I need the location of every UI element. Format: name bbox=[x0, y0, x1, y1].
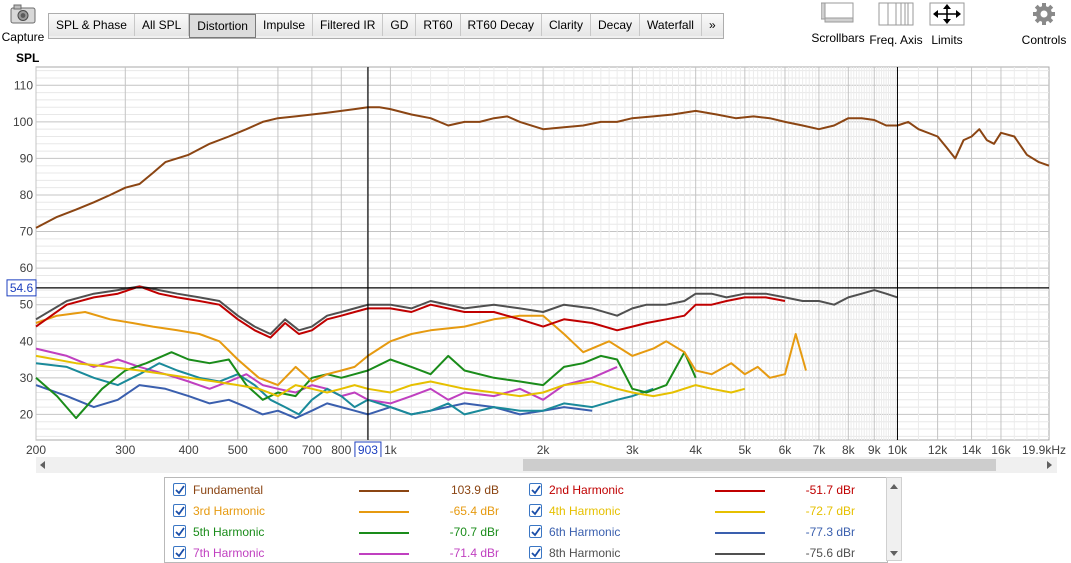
legend-series-name: 4th Harmonic bbox=[549, 504, 621, 518]
x-tick-label: 12k bbox=[928, 443, 948, 457]
legend-row-4th-harmonic: 4th Harmonic -72.7 dBr bbox=[529, 501, 879, 521]
legend-value: -72.7 dBr bbox=[805, 504, 855, 518]
legend-checkbox[interactable] bbox=[529, 504, 542, 517]
scroll-down-icon[interactable] bbox=[890, 551, 898, 556]
legend-checkbox[interactable] bbox=[173, 483, 186, 496]
legend-checkbox[interactable] bbox=[173, 504, 186, 517]
legend-row-7th-harmonic: 7th Harmonic -71.4 dBr bbox=[173, 543, 523, 562]
legend-swatch bbox=[359, 553, 409, 555]
x-tick-label: 9k bbox=[868, 443, 882, 457]
x-tick-label: 1k bbox=[384, 443, 398, 457]
legend-scrollbar[interactable] bbox=[886, 477, 902, 561]
x-tick-label: 300 bbox=[115, 443, 135, 457]
legend-value: -70.7 dBr bbox=[449, 525, 499, 539]
x-tick-label: 500 bbox=[228, 443, 248, 457]
x-tick-label: 3k bbox=[626, 443, 640, 457]
x-tick-label: 16k bbox=[991, 443, 1011, 457]
legend-value: 103.9 dB bbox=[450, 483, 499, 497]
y-tick-label: 80 bbox=[20, 188, 34, 202]
legend-checkbox[interactable] bbox=[529, 483, 542, 496]
x-tick-label: 700 bbox=[302, 443, 322, 457]
x-tick-label: 7k bbox=[813, 443, 827, 457]
horizontal-scrollbar[interactable] bbox=[36, 457, 1057, 473]
legend-value: -65.4 dBr bbox=[449, 504, 499, 518]
legend-row-2nd-harmonic: 2nd Harmonic -51.7 dBr bbox=[529, 480, 879, 500]
legend-swatch bbox=[359, 490, 409, 492]
scroll-thumb[interactable] bbox=[523, 459, 996, 471]
x-tick-label: 200 bbox=[26, 443, 46, 457]
y-tick-label: 20 bbox=[20, 407, 34, 421]
legend-checkbox[interactable] bbox=[173, 546, 186, 559]
distortion-chart[interactable]: SPL 20 30 40 50 60 70 80 90 100 110 200 300 400 500 6… bbox=[0, 0, 1071, 458]
x-tick-label: 400 bbox=[179, 443, 199, 457]
x-tick-label: 2k bbox=[537, 443, 551, 457]
x-tick-label: 600 bbox=[268, 443, 288, 457]
legend-value: -51.7 dBr bbox=[805, 483, 855, 497]
legend-checkbox[interactable] bbox=[529, 525, 542, 538]
legend-series-name: 3rd Harmonic bbox=[193, 504, 266, 518]
legend-row-3rd-harmonic: 3rd Harmonic -65.4 dBr bbox=[173, 501, 523, 521]
legend-series-name: Fundamental bbox=[193, 483, 264, 497]
x-tick-label: 19.9kHz bbox=[1022, 443, 1066, 457]
legend-row-8th-harmonic: 8th Harmonic -75.6 dBr bbox=[529, 543, 879, 562]
y-tick-label: 110 bbox=[14, 78, 33, 92]
legend-value: -77.3 dBr bbox=[805, 525, 855, 539]
cursor-x-readout: 903 bbox=[358, 443, 378, 457]
y-tick-label: 50 bbox=[20, 298, 34, 312]
scroll-up-icon[interactable] bbox=[890, 484, 898, 489]
legend-value: -75.6 dBr bbox=[805, 546, 855, 560]
x-tick-label: 4k bbox=[689, 443, 703, 457]
x-tick-label: 6k bbox=[779, 443, 793, 457]
legend-series-name: 7th Harmonic bbox=[193, 546, 265, 560]
x-tick-label: 5k bbox=[738, 443, 752, 457]
y-tick-labels: 20 30 40 50 60 70 80 90 100 110 bbox=[13, 78, 33, 421]
legend-value: -71.4 dBr bbox=[449, 546, 499, 560]
y-tick-label: 30 bbox=[20, 371, 34, 385]
y-tick-label: 70 bbox=[20, 225, 34, 239]
y-tick-label: 100 bbox=[13, 115, 33, 129]
x-tick-label: 800 bbox=[331, 443, 351, 457]
legend-checkbox[interactable] bbox=[529, 546, 542, 559]
legend-swatch bbox=[715, 511, 765, 513]
legend-row-6th-harmonic: 6th Harmonic -77.3 dBr bbox=[529, 522, 879, 542]
legend-series-name: 6th Harmonic bbox=[549, 525, 621, 539]
legend-table: Fundamental 103.9 dB 2nd Harmonic -51.7 dBr… bbox=[164, 477, 888, 563]
legend-series-name: 2nd Harmonic bbox=[549, 483, 624, 497]
legend-swatch bbox=[359, 532, 409, 534]
y-axis-label: SPL bbox=[16, 51, 39, 65]
legend-swatch bbox=[715, 553, 765, 555]
y-tick-label: 90 bbox=[20, 151, 34, 165]
legend-row-fundamental: Fundamental 103.9 dB bbox=[173, 480, 523, 500]
x-tick-label: 10k bbox=[888, 443, 908, 457]
legend-series-name: 8th Harmonic bbox=[549, 546, 621, 560]
x-tick-label: 14k bbox=[962, 443, 982, 457]
legend-row-5th-harmonic: 5th Harmonic -70.7 dBr bbox=[173, 522, 523, 542]
legend-swatch bbox=[715, 490, 765, 492]
x-tick-label: 8k bbox=[842, 443, 856, 457]
y-tick-label: 40 bbox=[20, 334, 34, 348]
x-tick-labels: 200 300 400 500 600 700 800 1k 2k 3k 4k 5k 6k 7k 8k 9k 1… bbox=[26, 443, 1066, 457]
y-tick-label: 60 bbox=[20, 261, 34, 275]
cursor-y-readout: 54.6 bbox=[10, 281, 34, 295]
legend-checkbox[interactable] bbox=[173, 525, 186, 538]
legend-series-name: 5th Harmonic bbox=[193, 525, 265, 539]
legend-swatch bbox=[359, 511, 409, 513]
legend-swatch bbox=[715, 532, 765, 534]
